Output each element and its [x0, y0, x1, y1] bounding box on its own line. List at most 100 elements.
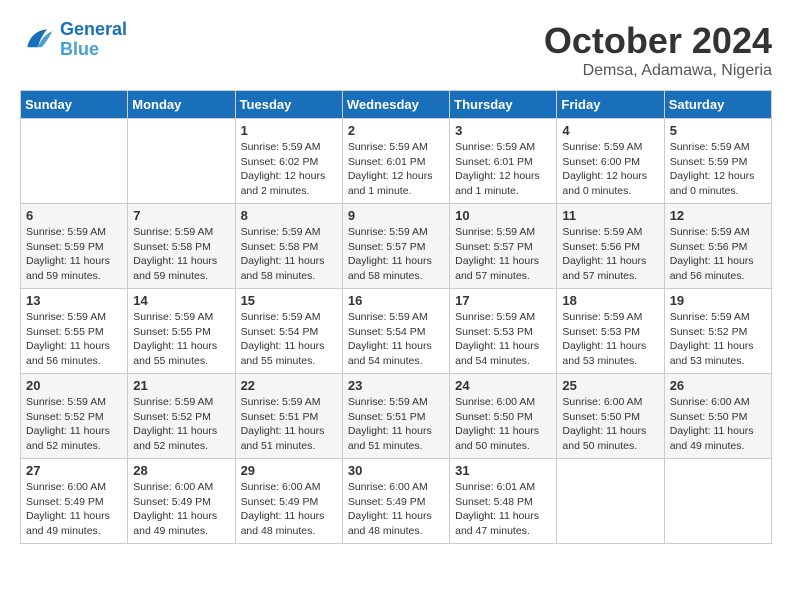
day-number: 9 [348, 208, 444, 223]
day-cell: 15Sunrise: 5:59 AM Sunset: 5:54 PM Dayli… [235, 289, 342, 374]
day-number: 3 [455, 123, 551, 138]
day-number: 5 [670, 123, 766, 138]
header-cell-friday: Friday [557, 91, 664, 119]
day-number: 27 [26, 463, 122, 478]
day-number: 25 [562, 378, 658, 393]
day-cell: 14 Sunrise: 5:59 AM Sunset: 5:55 PM Dayli… [128, 289, 235, 374]
header-cell-thursday: Thursday [450, 91, 557, 119]
day-info: Sunrise: 5:59 AM Sunset: 5:52 PM Dayligh… [26, 395, 122, 454]
day-number: 4 [562, 123, 658, 138]
day-info: Sunrise: 5:59 AM Sunset: 5:58 PM Dayligh… [241, 225, 337, 284]
day-info: Sunrise: 5:59 AM Sunset: 5:59 PM Dayligh… [670, 140, 766, 199]
day-number: 1 [241, 123, 337, 138]
day-cell: 18Sunrise: 5:59 AM Sunset: 5:53 PM Dayli… [557, 289, 664, 374]
day-info: Sunrise: 5:59 AM Sunset: 5:52 PM Dayligh… [670, 310, 766, 369]
day-cell: 9 Sunrise: 5:59 AM Sunset: 5:57 PM Daylig… [342, 204, 449, 289]
week-row-1: 1Sunrise: 5:59 AM Sunset: 6:02 PM Daylig… [21, 119, 772, 204]
day-info: Sunrise: 5:59 AM Sunset: 6:01 PM Dayligh… [348, 140, 444, 199]
day-info: Sunrise: 5:59 AM Sunset: 5:55 PM Dayligh… [133, 310, 229, 369]
header-cell-wednesday: Wednesday [342, 91, 449, 119]
day-info: Sunrise: 6:00 AM Sunset: 5:50 PM Dayligh… [670, 395, 766, 454]
day-cell: 11 Sunrise: 5:59 AM Sunset: 5:56 PM Dayli… [557, 204, 664, 289]
day-cell: 13Sunrise: 5:59 AM Sunset: 5:55 PM Dayli… [21, 289, 128, 374]
day-number: 17 [455, 293, 551, 308]
day-info: Sunrise: 5:59 AM Sunset: 5:51 PM Dayligh… [241, 395, 337, 454]
day-number: 11 [562, 208, 658, 223]
day-cell: 30 Sunrise: 6:00 AM Sunset: 5:49 PM Dayli… [342, 459, 449, 544]
day-number: 7 [133, 208, 229, 223]
day-cell: 25 Sunrise: 6:00 AM Sunset: 5:50 PM Dayli… [557, 374, 664, 459]
week-row-3: 13Sunrise: 5:59 AM Sunset: 5:55 PM Dayli… [21, 289, 772, 374]
month-title: October 2024 [544, 20, 772, 62]
logo-icon [20, 22, 56, 58]
day-info: Sunrise: 6:00 AM Sunset: 5:49 PM Dayligh… [26, 480, 122, 539]
day-info: Sunrise: 5:59 AM Sunset: 5:57 PM Dayligh… [348, 225, 444, 284]
day-number: 28 [133, 463, 229, 478]
day-info: Sunrise: 5:59 AM Sunset: 5:56 PM Dayligh… [562, 225, 658, 284]
calendar-body: 1Sunrise: 5:59 AM Sunset: 6:02 PM Daylig… [21, 119, 772, 544]
day-cell: 27 Sunrise: 6:00 AM Sunset: 5:49 PM Dayli… [21, 459, 128, 544]
day-info: Sunrise: 6:00 AM Sunset: 5:50 PM Dayligh… [455, 395, 551, 454]
day-number: 6 [26, 208, 122, 223]
day-info: Sunrise: 5:59 AM Sunset: 6:01 PM Dayligh… [455, 140, 551, 199]
day-info: Sunrise: 5:59 AM Sunset: 5:57 PM Dayligh… [455, 225, 551, 284]
day-info: Sunrise: 5:59 AM Sunset: 5:51 PM Dayligh… [348, 395, 444, 454]
day-info: Sunrise: 5:59 AM Sunset: 5:55 PM Dayligh… [26, 310, 122, 369]
day-number: 23 [348, 378, 444, 393]
day-cell: 10 Sunrise: 5:59 AM Sunset: 5:57 PM Dayli… [450, 204, 557, 289]
day-cell: 6 Sunrise: 5:59 AM Sunset: 5:59 PM Daylig… [21, 204, 128, 289]
day-info: Sunrise: 5:59 AM Sunset: 5:54 PM Dayligh… [348, 310, 444, 369]
day-info: Sunrise: 6:00 AM Sunset: 5:50 PM Dayligh… [562, 395, 658, 454]
day-info: Sunrise: 5:59 AM Sunset: 5:59 PM Dayligh… [26, 225, 122, 284]
day-number: 24 [455, 378, 551, 393]
day-cell: 22 Sunrise: 5:59 AM Sunset: 5:51 PM Dayli… [235, 374, 342, 459]
day-info: Sunrise: 5:59 AM Sunset: 5:52 PM Dayligh… [133, 395, 229, 454]
day-info: Sunrise: 5:59 AM Sunset: 5:53 PM Dayligh… [455, 310, 551, 369]
day-number: 26 [670, 378, 766, 393]
week-row-2: 6 Sunrise: 5:59 AM Sunset: 5:59 PM Daylig… [21, 204, 772, 289]
day-cell: 5 Sunrise: 5:59 AM Sunset: 5:59 PM Daylig… [664, 119, 771, 204]
day-number: 21 [133, 378, 229, 393]
day-cell: 24 Sunrise: 6:00 AM Sunset: 5:50 PM Dayli… [450, 374, 557, 459]
header-cell-monday: Monday [128, 91, 235, 119]
day-number: 19 [670, 293, 766, 308]
day-cell: 28 Sunrise: 6:00 AM Sunset: 5:49 PM Dayli… [128, 459, 235, 544]
day-cell: 17 Sunrise: 5:59 AM Sunset: 5:53 PM Dayli… [450, 289, 557, 374]
header-cell-tuesday: Tuesday [235, 91, 342, 119]
day-info: Sunrise: 5:59 AM Sunset: 6:00 PM Dayligh… [562, 140, 658, 199]
day-cell [557, 459, 664, 544]
calendar-header: SundayMondayTuesdayWednesdayThursdayFrid… [21, 91, 772, 119]
location-title: Demsa, Adamawa, Nigeria [544, 62, 772, 80]
day-number: 16 [348, 293, 444, 308]
day-cell: 20Sunrise: 5:59 AM Sunset: 5:52 PM Dayli… [21, 374, 128, 459]
day-number: 10 [455, 208, 551, 223]
day-cell [21, 119, 128, 204]
day-info: Sunrise: 5:59 AM Sunset: 5:54 PM Dayligh… [241, 310, 337, 369]
day-number: 22 [241, 378, 337, 393]
day-cell: 26 Sunrise: 6:00 AM Sunset: 5:50 PM Dayli… [664, 374, 771, 459]
header-cell-sunday: Sunday [21, 91, 128, 119]
day-cell: 19 Sunrise: 5:59 AM Sunset: 5:52 PM Dayli… [664, 289, 771, 374]
day-cell: 31Sunrise: 6:01 AM Sunset: 5:48 PM Dayli… [450, 459, 557, 544]
logo: General Blue [20, 20, 127, 60]
day-number: 14 [133, 293, 229, 308]
day-cell [664, 459, 771, 544]
day-number: 30 [348, 463, 444, 478]
day-number: 29 [241, 463, 337, 478]
logo-text: General Blue [60, 20, 127, 60]
day-number: 2 [348, 123, 444, 138]
day-info: Sunrise: 6:00 AM Sunset: 5:49 PM Dayligh… [348, 480, 444, 539]
day-cell: 4 Sunrise: 5:59 AM Sunset: 6:00 PM Daylig… [557, 119, 664, 204]
title-block: October 2024 Demsa, Adamawa, Nigeria [544, 20, 772, 80]
day-cell: 12Sunrise: 5:59 AM Sunset: 5:56 PM Dayli… [664, 204, 771, 289]
day-cell: 3 Sunrise: 5:59 AM Sunset: 6:01 PM Daylig… [450, 119, 557, 204]
day-cell: 16 Sunrise: 5:59 AM Sunset: 5:54 PM Dayli… [342, 289, 449, 374]
day-cell: 7Sunrise: 5:59 AM Sunset: 5:58 PM Daylig… [128, 204, 235, 289]
calendar-table: SundayMondayTuesdayWednesdayThursdayFrid… [20, 90, 772, 544]
day-number: 12 [670, 208, 766, 223]
header-row: SundayMondayTuesdayWednesdayThursdayFrid… [21, 91, 772, 119]
day-cell: 2 Sunrise: 5:59 AM Sunset: 6:01 PM Daylig… [342, 119, 449, 204]
day-info: Sunrise: 6:00 AM Sunset: 5:49 PM Dayligh… [241, 480, 337, 539]
day-info: Sunrise: 6:00 AM Sunset: 5:49 PM Dayligh… [133, 480, 229, 539]
day-cell: 8Sunrise: 5:59 AM Sunset: 5:58 PM Daylig… [235, 204, 342, 289]
